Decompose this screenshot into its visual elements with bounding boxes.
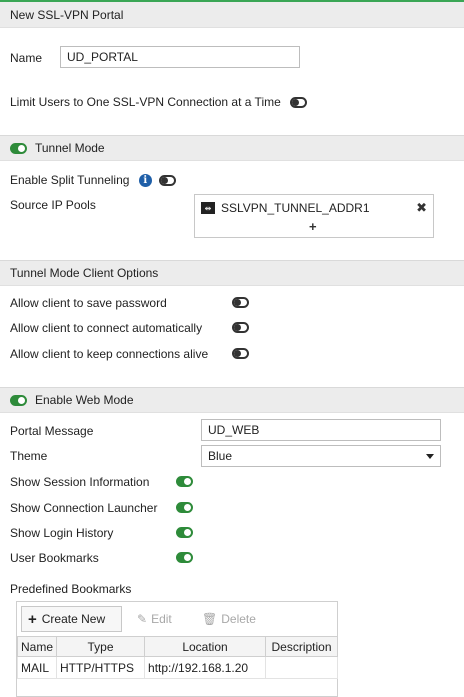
theme-select[interactable]: Blue — [201, 445, 441, 467]
column-header-location[interactable]: Location — [144, 636, 267, 657]
column-header-name[interactable]: Name — [16, 636, 58, 657]
dialog-title-bar: New SSL-VPN Portal — [0, 0, 464, 28]
client-options-header: Tunnel Mode Client Options — [0, 260, 464, 286]
edit-button[interactable]: ✎ Edit — [131, 606, 178, 632]
show-session-info-label: Show Session Information — [10, 475, 150, 489]
show-login-history-label: Show Login History — [10, 526, 114, 540]
tunnel-mode-title: Tunnel Mode — [35, 141, 105, 155]
keep-alive-toggle[interactable] — [232, 348, 249, 359]
portal-message-value: UD_WEB — [208, 423, 260, 437]
keep-alive-label: Allow client to keep connections alive — [10, 347, 209, 361]
add-pool-icon[interactable]: + — [309, 219, 317, 234]
theme-label: Theme — [10, 449, 48, 463]
show-connection-launcher-toggle[interactable] — [176, 502, 193, 513]
column-header-description[interactable]: Description — [265, 636, 339, 657]
pencil-icon: ✎ — [137, 612, 148, 626]
limit-users-toggle[interactable] — [290, 97, 308, 109]
client-options-title: Tunnel Mode Client Options — [10, 266, 159, 280]
cell-type: HTTP/HTTPS — [56, 656, 146, 679]
cell-description — [265, 656, 339, 679]
show-connection-launcher-label: Show Connection Launcher — [10, 501, 158, 515]
tunnel-mode-header: Tunnel Mode — [0, 135, 464, 161]
plus-icon: + — [28, 610, 37, 628]
trash-icon: 🗑 — [202, 612, 218, 626]
address-object-icon: ⇹ — [201, 202, 215, 214]
limit-users-label: Limit Users to One SSL-VPN Connection at… — [10, 95, 308, 109]
column-header-type[interactable]: Type — [56, 636, 146, 657]
save-password-toggle[interactable] — [232, 297, 249, 308]
web-mode-title: Enable Web Mode — [35, 393, 134, 407]
tunnel-mode-toggle[interactable] — [10, 142, 27, 154]
auto-connect-toggle[interactable] — [232, 322, 249, 333]
web-mode-toggle[interactable] — [10, 394, 27, 406]
info-icon[interactable]: i — [138, 174, 152, 188]
name-input[interactable]: UD_PORTAL — [60, 46, 300, 68]
source-ip-pools-label: Source IP Pools — [10, 198, 96, 212]
theme-select-value: Blue — [208, 449, 233, 463]
show-login-history-toggle[interactable] — [176, 527, 193, 538]
remove-pool-icon[interactable]: ✖ — [416, 200, 427, 216]
save-password-label: Allow client to save password — [10, 296, 167, 310]
name-input-value: UD_PORTAL — [67, 50, 138, 64]
create-new-button[interactable]: + Create New — [21, 606, 122, 632]
chevron-down-icon — [426, 453, 434, 459]
delete-button[interactable]: 🗑 Delete — [196, 606, 262, 632]
cell-location: http://192.168.1.20 — [144, 656, 267, 679]
predefined-bookmarks-label: Predefined Bookmarks — [10, 582, 132, 596]
pool-entry: ⇹ SSLVPN_TUNNEL_ADDR1 — [201, 201, 370, 215]
table-header-row: Name Type Location Description — [16, 636, 339, 657]
table-row[interactable]: MAIL HTTP/HTTPS http://192.168.1.20 — [16, 656, 339, 679]
cell-name: MAIL — [16, 656, 58, 679]
source-ip-pools-field[interactable]: ⇹ SSLVPN_TUNNEL_ADDR1 ✖ + — [194, 194, 434, 238]
show-session-info-toggle[interactable] — [176, 476, 193, 487]
dialog-title: New SSL-VPN Portal — [10, 7, 124, 22]
name-label: Name — [10, 51, 43, 65]
user-bookmarks-toggle[interactable] — [176, 552, 193, 563]
split-tunneling-toggle[interactable] — [159, 175, 177, 187]
split-tunneling-label: Enable Split Tunneling i — [10, 173, 177, 188]
portal-message-input[interactable]: UD_WEB — [201, 419, 441, 441]
auto-connect-label: Allow client to connect automatically — [10, 321, 203, 335]
pool-entry-label: SSLVPN_TUNNEL_ADDR1 — [221, 201, 370, 215]
web-mode-header: Enable Web Mode — [0, 387, 464, 413]
portal-message-label: Portal Message — [10, 424, 94, 438]
bookmarks-table: Name Type Location Description MAIL HTTP… — [16, 636, 339, 679]
user-bookmarks-label: User Bookmarks — [10, 551, 99, 565]
